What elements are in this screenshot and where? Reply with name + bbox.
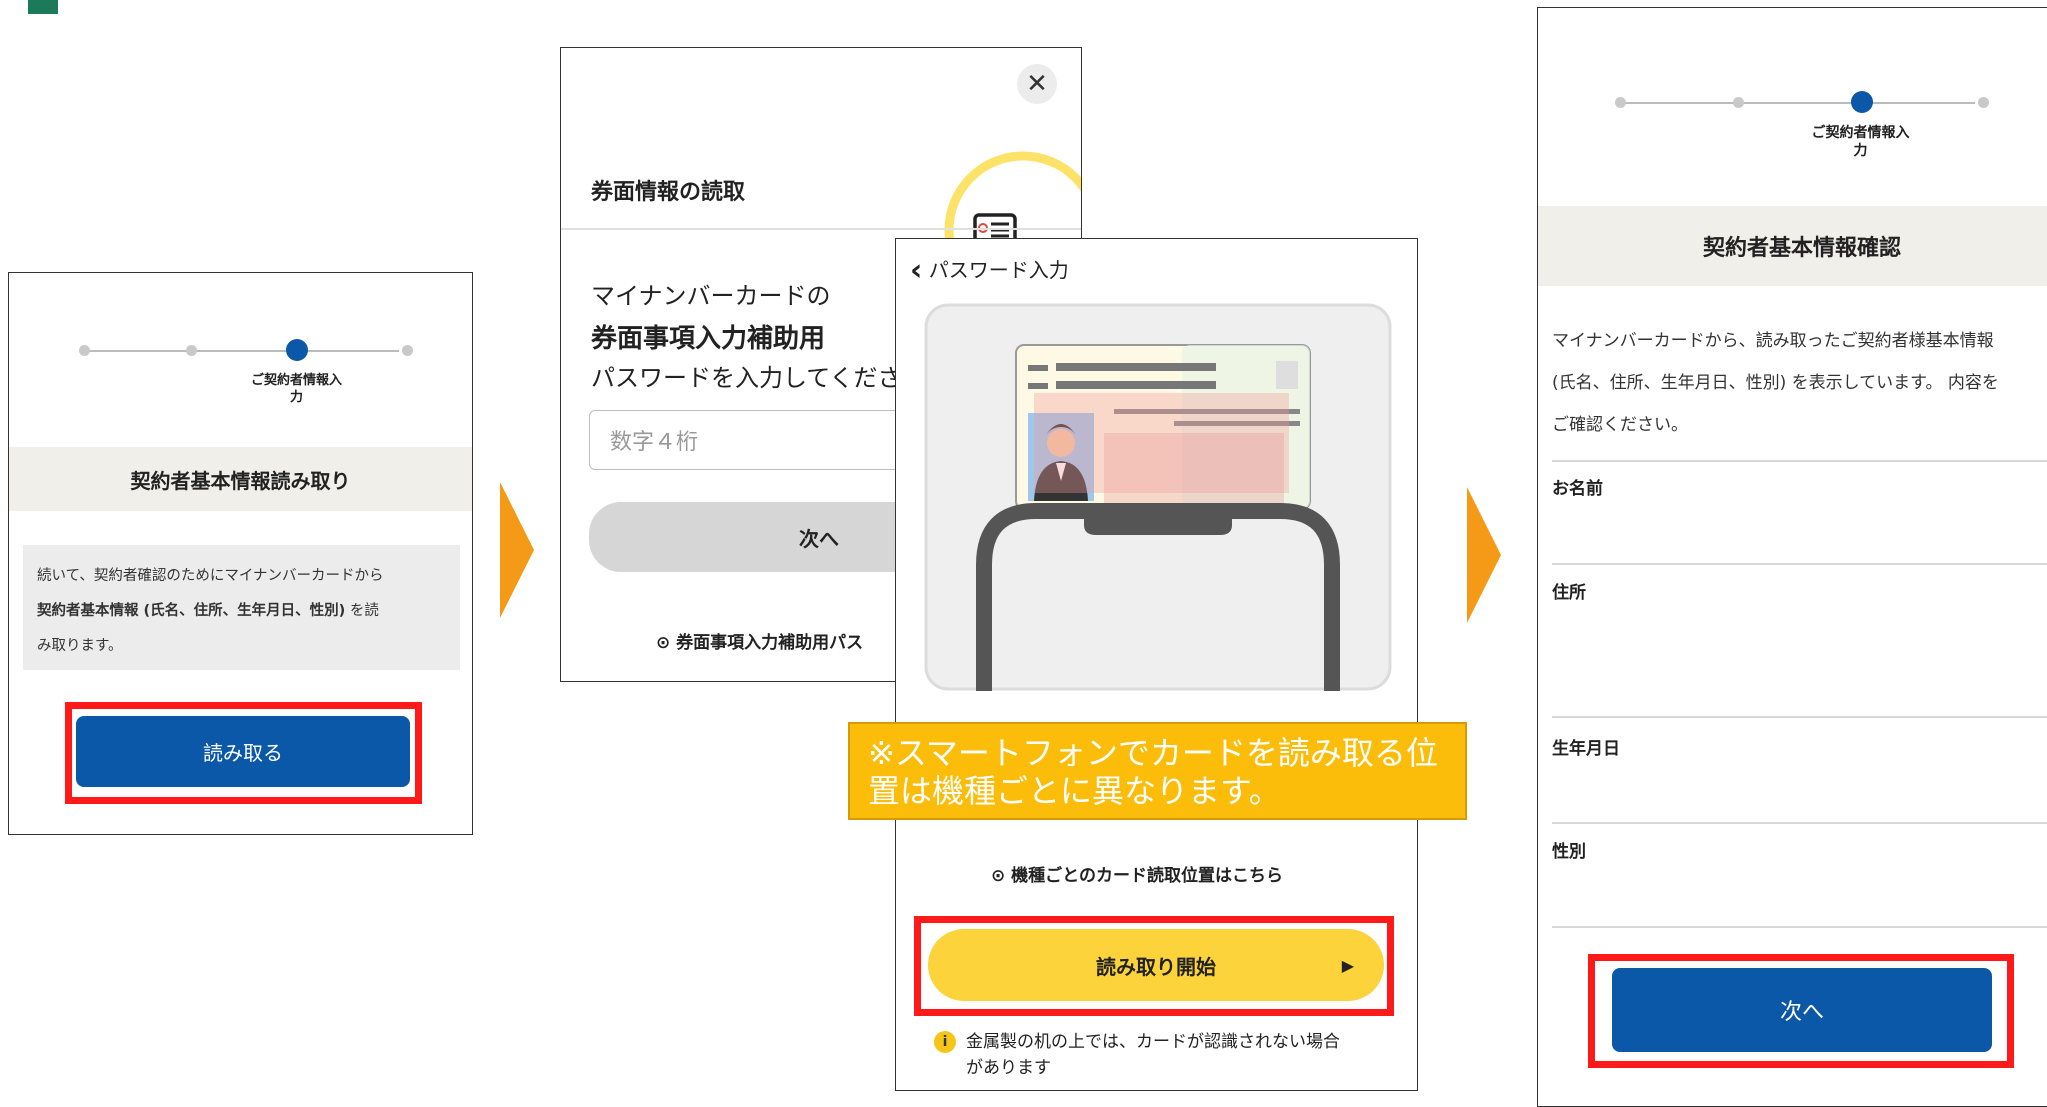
prompt-line: パスワードを入力してくださ xyxy=(591,364,902,392)
description-line: マイナンバーカードから、読み取ったご契約者様基本情報 xyxy=(1552,331,1994,351)
modal-title: 券面情報の読取 xyxy=(591,180,746,205)
step-line xyxy=(1620,102,1975,104)
step-dot xyxy=(1615,97,1626,108)
flow-arrow-icon xyxy=(500,482,534,618)
screen-read-basic-info: ご契約者情報入力 契約者基本情報読み取り 続いて、契約者確認のためにマイナンバー… xyxy=(8,272,473,835)
stepper xyxy=(9,336,472,366)
step-dot xyxy=(79,345,90,356)
description: マイナンバーカードから、読み取ったご契約者様基本情報 (氏名、住所、生年月日、性… xyxy=(1552,320,2047,446)
corner-mark xyxy=(28,0,58,14)
play-icon: ▶ xyxy=(1341,955,1354,975)
description-line: み取ります。 xyxy=(37,638,123,654)
start-reading-button[interactable]: 読み取り開始 ▶ xyxy=(928,929,1384,1001)
divider xyxy=(1552,716,2047,718)
step-line xyxy=(84,350,399,352)
info-icon: i xyxy=(934,1031,956,1053)
help-link[interactable]: ⊙ 券面事項入力補助用パス xyxy=(656,628,863,653)
description-bold: 契約者基本情報 (氏名、住所、生年月日、性別) xyxy=(37,603,346,619)
flow-arrow-icon xyxy=(1467,487,1501,623)
close-icon[interactable]: ✕ xyxy=(1017,64,1057,104)
screen-title: パスワード入力 xyxy=(928,258,1069,282)
description-line: (氏名、住所、生年月日、性別) を表示しています。 内容を xyxy=(1552,373,1999,393)
description-line: 契約者基本情報 (氏名、住所、生年月日、性別) を読 xyxy=(37,594,446,629)
section-title: 契約者基本情報確認 xyxy=(1538,206,2047,286)
prompt-bold: 券面事項入力補助用 xyxy=(591,324,826,354)
position-link[interactable]: ⊙ 機種ごとのカード読取位置はこちら xyxy=(991,861,1283,886)
step-dot-current xyxy=(286,339,308,361)
label-gender: 性別 xyxy=(1552,842,1586,862)
stepper xyxy=(1538,88,2047,118)
step-caption: ご契約者情報入力 xyxy=(1811,125,1910,160)
next-button[interactable]: 次へ xyxy=(1612,968,1992,1052)
screen-password-input: ‹ パスワード入力 ⊙ 機種ごとのカード読取位置はこちら 読み取り開始 ▶ i xyxy=(895,238,1418,1091)
step-dot xyxy=(1978,97,1989,108)
label-birthdate: 生年月日 xyxy=(1552,739,1620,759)
screen-confirm-basic-info: ご契約者情報入力 契約者基本情報確認 マイナンバーカードから、読み取ったご契約者… xyxy=(1537,7,2047,1107)
play-circle-icon: ⊙ xyxy=(656,633,677,653)
divider xyxy=(561,228,1081,230)
warning-line: 金属製の机の上では、カードが認識されない場合 xyxy=(966,1032,1340,1052)
chevron-left-icon: ‹ xyxy=(910,253,923,288)
step-caption: ご契約者情報入力 xyxy=(250,373,342,405)
start-reading-label: 読み取り開始 xyxy=(1096,954,1216,979)
warning: i 金属製の机の上では、カードが認識されない場合 があります xyxy=(934,1029,1404,1081)
divider xyxy=(1552,926,2047,928)
divider xyxy=(1552,822,2047,824)
warning-line: があります xyxy=(966,1058,1051,1078)
step-dot-current xyxy=(1851,91,1873,113)
position-link-label: 機種ごとのカード読取位置はこちら xyxy=(1011,866,1284,886)
label-address: 住所 xyxy=(1552,583,1586,603)
help-link-label: 券面事項入力補助用パス xyxy=(676,633,864,653)
divider xyxy=(1552,563,2047,565)
step-dot xyxy=(1733,97,1744,108)
note-line: ※スマートフォンでカードを読み取る位 xyxy=(868,734,1438,772)
note-line: 置は機種ごとに異なります。 xyxy=(868,772,1281,810)
step-dot xyxy=(402,345,413,356)
divider xyxy=(1552,460,2047,462)
description-box: 続いて、契約者確認のためにマイナンバーカードから 契約者基本情報 (氏名、住所、… xyxy=(23,545,460,670)
label-name: お名前 xyxy=(1552,479,1603,499)
description-line: ご確認ください。 xyxy=(1552,415,1688,435)
section-title: 契約者基本情報読み取り xyxy=(9,447,472,511)
description-text: を読 xyxy=(345,603,379,619)
read-button[interactable]: 読み取る xyxy=(76,716,410,787)
description-line: 続いて、契約者確認のためにマイナンバーカードから xyxy=(37,568,384,584)
prompt-line: マイナンバーカードの xyxy=(591,282,831,310)
card-on-phone-illustration xyxy=(924,303,1392,691)
back-button[interactable]: ‹ パスワード入力 xyxy=(910,253,1069,288)
play-circle-icon: ⊙ xyxy=(991,866,1012,886)
step-dot xyxy=(186,345,197,356)
position-note: ※スマートフォンでカードを読み取る位 置は機種ごとに異なります。 xyxy=(848,722,1467,820)
